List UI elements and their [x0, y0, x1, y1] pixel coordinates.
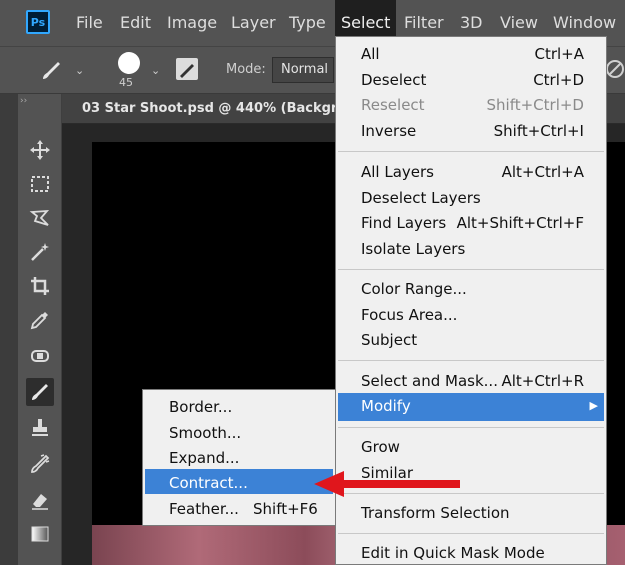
airbrush-icon[interactable] [605, 58, 625, 80]
menu-type[interactable]: Type [289, 0, 326, 46]
modify-submenu: Border... Smooth... Expand... Contract..… [142, 389, 336, 526]
mode-label: Mode: [226, 62, 266, 77]
submenu-item-border[interactable]: Border... [169, 398, 232, 416]
submenu-item-contract[interactable]: Contract... [169, 474, 248, 492]
left-panel-strip [0, 94, 18, 565]
menu-separator [338, 269, 604, 270]
menu-separator [338, 151, 604, 152]
chevron-down-icon[interactable]: ⌄ [151, 64, 160, 77]
shortcut-select-and-mask: Alt+Ctrl+R [501, 372, 584, 390]
lasso-icon[interactable] [26, 204, 54, 232]
menu-file[interactable]: File [76, 0, 103, 46]
menu-separator [338, 533, 604, 534]
shortcut-feather: Shift+F6 [253, 500, 318, 518]
brush-icon[interactable] [26, 378, 54, 406]
healing-brush-icon[interactable] [26, 342, 54, 370]
shortcut-deselect: Ctrl+D [533, 71, 584, 89]
menu-item-modify[interactable]: Modify [361, 397, 411, 415]
submenu-item-expand[interactable]: Expand... [169, 449, 239, 467]
menu-item-reselect: Reselect [361, 96, 425, 114]
menu-item-color-range[interactable]: Color Range... [361, 280, 467, 298]
menu-item-all-layers[interactable]: All Layers [361, 163, 434, 181]
menu-item-focus-area[interactable]: Focus Area... [361, 306, 457, 324]
menu-item-isolate-layers[interactable]: Isolate Layers [361, 240, 465, 258]
menu-item-deselect[interactable]: Deselect [361, 71, 426, 89]
marquee-icon[interactable] [26, 170, 54, 198]
chevron-down-icon[interactable]: ⌄ [75, 64, 84, 77]
shortcut-all-layers: Alt+Ctrl+A [501, 163, 584, 181]
menu-separator [338, 427, 604, 428]
brush-tip-icon[interactable] [118, 52, 140, 74]
menu-item-select-and-mask[interactable]: Select and Mask... [361, 372, 498, 390]
menu-item-deselect-layers[interactable]: Deselect Layers [361, 189, 481, 207]
magic-wand-icon[interactable] [26, 238, 54, 266]
menu-item-edit-in-quick-mask-mode[interactable]: Edit in Quick Mask Mode [361, 544, 545, 562]
brush-size-value: 45 [119, 76, 133, 89]
menu-item-find-layers[interactable]: Find Layers [361, 214, 446, 232]
shortcut-reselect: Shift+Ctrl+D [486, 96, 584, 114]
gradient-icon[interactable] [26, 520, 54, 548]
eyedropper-icon[interactable] [26, 306, 54, 334]
menu-edit[interactable]: Edit [120, 0, 151, 46]
menu-layer[interactable]: Layer [231, 0, 276, 46]
submenu-item-smooth[interactable]: Smooth... [169, 424, 241, 442]
mode-select[interactable]: Normal [272, 57, 334, 83]
menu-item-subject[interactable]: Subject [361, 331, 417, 349]
brush-preset-icon[interactable] [40, 60, 64, 82]
menu-item-transform-selection[interactable]: Transform Selection [361, 504, 510, 522]
document-tab-title[interactable]: 03 Star Shoot.psd @ 440% (Backgro [82, 101, 346, 116]
menu-item-all[interactable]: All [361, 45, 380, 63]
shortcut-find-layers: Alt+Shift+Ctrl+F [456, 214, 584, 232]
history-brush-icon[interactable] [26, 450, 54, 478]
move-icon[interactable] [26, 136, 54, 164]
photoshop-logo-icon: Ps [26, 10, 50, 34]
menu-separator [338, 360, 604, 361]
panel-collapse-icon[interactable]: ›› [20, 96, 27, 106]
menu-item-grow[interactable]: Grow [361, 438, 400, 456]
eraser-icon[interactable] [26, 486, 54, 514]
clone-stamp-icon[interactable] [26, 414, 54, 442]
red-arrow-icon [314, 471, 460, 497]
shortcut-all: Ctrl+A [534, 45, 584, 63]
submenu-item-feather[interactable]: Feather... [169, 500, 239, 518]
menu-image[interactable]: Image [167, 0, 217, 46]
submenu-arrow-icon: ▶ [589, 399, 598, 412]
shortcut-inverse: Shift+Ctrl+I [493, 122, 584, 140]
brush-settings-panel-icon[interactable] [176, 58, 198, 80]
crop-icon[interactable] [26, 272, 54, 300]
menu-item-inverse[interactable]: Inverse [361, 122, 416, 140]
